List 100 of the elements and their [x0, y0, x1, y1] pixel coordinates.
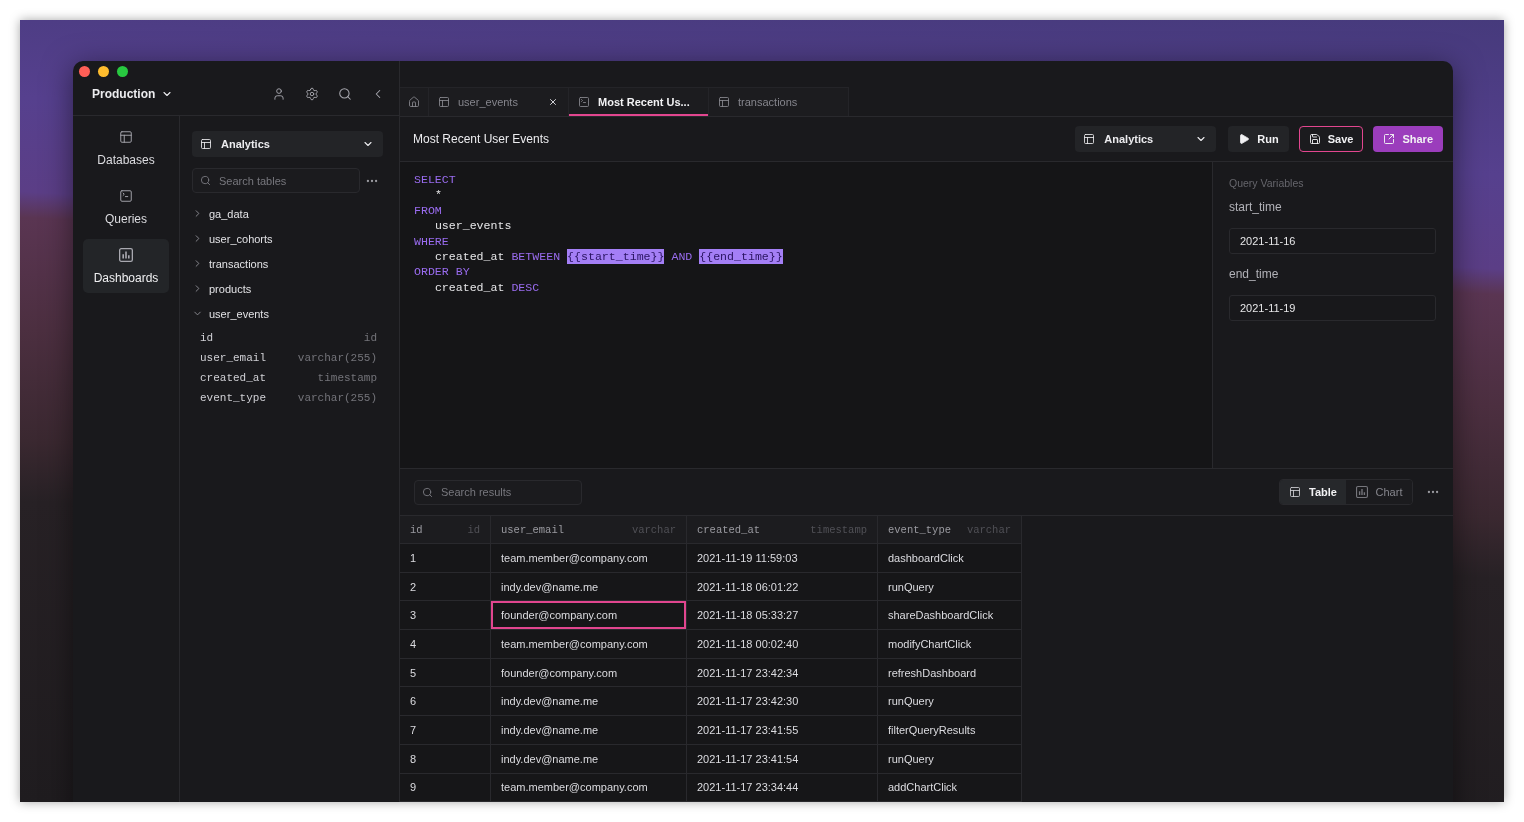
settings-icon — [305, 87, 319, 101]
nav-label: Queries — [105, 212, 147, 226]
database-dropdown[interactable]: Analytics — [1075, 126, 1217, 152]
tab[interactable]: transactions — [709, 87, 849, 116]
layout-icon — [718, 96, 730, 108]
tree-item[interactable]: transactions — [192, 251, 384, 276]
table-cell[interactable]: shareDashboardClick — [878, 601, 1022, 631]
table-cell[interactable]: founder@company.com — [491, 658, 687, 688]
table-cell[interactable]: 2 — [400, 572, 491, 602]
close-icon[interactable] — [548, 97, 558, 107]
share-button[interactable]: Share — [1373, 126, 1443, 152]
layout-icon — [1289, 486, 1302, 498]
table-cell[interactable]: 2021-11-17 23:34:44 — [687, 773, 878, 802]
table-cell[interactable]: 2021-11-17 23:41:54 — [687, 744, 878, 774]
layout-icon — [119, 130, 133, 144]
table-cell[interactable]: indy.dev@name.me — [491, 716, 687, 745]
table-cell[interactable]: modifyChartClick — [878, 630, 1022, 659]
nav-item[interactable]: Dashboards — [83, 239, 169, 293]
table-cell[interactable]: runQuery — [878, 687, 1022, 717]
query-title: Most Recent User Events — [413, 132, 550, 146]
sql-keyword: SELECT — [414, 172, 456, 188]
user-icon — [272, 87, 286, 101]
view-toggle[interactable]: Table — [1280, 480, 1346, 504]
variable-input[interactable]: 2021-11-19 — [1229, 295, 1436, 321]
table-cell[interactable]: 7 — [400, 716, 491, 745]
search-field[interactable]: Search tables — [192, 168, 360, 193]
tree-item[interactable]: user_events — [192, 301, 384, 326]
variable-input[interactable]: 2021-11-16 — [1229, 228, 1436, 254]
play-icon — [1238, 133, 1251, 145]
nav-label: Dashboards — [93, 271, 159, 285]
table-cell[interactable]: 2021-11-17 23:42:30 — [687, 687, 878, 717]
table-cell[interactable]: refreshDashboard — [878, 658, 1022, 688]
table-cell[interactable]: runQuery — [878, 744, 1022, 774]
tab[interactable]: user_events — [429, 87, 569, 116]
table-cell[interactable]: 2021-11-17 23:41:55 — [687, 716, 878, 745]
tab[interactable]: Most Recent Us... — [569, 87, 709, 116]
sql-identifier: created_at — [434, 249, 505, 265]
nav-item[interactable]: Databases — [83, 121, 169, 175]
table-cell[interactable]: indy.dev@name.me — [491, 572, 687, 602]
table-cell[interactable]: 6 — [400, 687, 491, 717]
table-cell[interactable]: founder@company.com — [491, 601, 687, 631]
window-maximize-button[interactable] — [117, 66, 128, 77]
table-cell[interactable]: 4 — [400, 630, 491, 659]
sql-keyword: BETWEEN — [511, 249, 561, 265]
code-editor[interactable]: SELECT * FROM user_events WHERE created_at BETWEEN {{start_time}} AND {{end_time}} ORDER BY created_at DESC — [400, 162, 1212, 468]
search-field[interactable]: Search results — [414, 479, 582, 505]
sql-keyword: DESC — [511, 279, 540, 296]
table-cell[interactable]: addChartClick — [878, 773, 1022, 802]
sql-keyword: AND — [671, 249, 693, 265]
section-heading: Query Variables — [1229, 177, 1305, 189]
column-type: timestamp — [317, 372, 377, 384]
tree-item[interactable]: user_cohorts — [192, 226, 384, 251]
table-cell[interactable]: 5 — [400, 658, 491, 688]
table-cell[interactable]: filterQueryResults — [878, 716, 1022, 745]
bar-chart-icon — [1355, 486, 1368, 498]
sql-identifier: user_events — [434, 218, 512, 234]
table-cell[interactable]: 2021-11-18 00:02:40 — [687, 630, 878, 659]
sql-keyword: ORDER BY — [414, 264, 470, 280]
run-button[interactable]: Run — [1228, 126, 1289, 152]
home-tab[interactable] — [400, 87, 429, 116]
external-link-icon — [1383, 133, 1396, 145]
dropdown-value: Analytics — [1104, 133, 1155, 145]
tree-item[interactable]: products — [192, 276, 384, 301]
dropdown-value: Analytics — [221, 138, 271, 150]
schema-dropdown[interactable]: Analytics — [192, 131, 383, 157]
environment-dropdown[interactable]: Production — [92, 87, 174, 101]
home-icon — [408, 96, 420, 108]
variable-label: start_time — [1229, 200, 1283, 214]
save-button[interactable]: Save — [1298, 126, 1364, 152]
table-cell[interactable]: team.member@company.com — [491, 544, 687, 573]
window-minimize-button[interactable] — [98, 66, 109, 77]
tree-item[interactable]: ga_data — [192, 201, 384, 226]
terminal-icon — [578, 96, 590, 108]
table-cell[interactable]: 2021-11-18 06:01:22 — [687, 572, 878, 602]
table-cell[interactable]: indy.dev@name.me — [491, 744, 687, 774]
nav-label: Databases — [97, 153, 155, 167]
bar-chart-icon — [119, 248, 133, 262]
table-cell[interactable]: 3 — [400, 601, 491, 631]
table-cell[interactable]: 1 — [400, 544, 491, 573]
table-cell[interactable]: team.member@company.com — [491, 773, 687, 802]
column-name: event_type — [200, 392, 266, 404]
column-type: varchar(255) — [297, 352, 377, 364]
table-cell[interactable]: 2021-11-19 11:59:03 — [687, 544, 878, 573]
sql-keyword: FROM — [414, 202, 442, 219]
nav-item[interactable]: Queries — [83, 180, 169, 234]
table-cell[interactable]: team.member@company.com — [491, 630, 687, 659]
column-type: varchar(255) — [297, 392, 377, 404]
column-type: id — [363, 332, 377, 344]
table-cell[interactable]: 8 — [400, 744, 491, 774]
table-cell[interactable]: indy.dev@name.me — [491, 687, 687, 717]
sql-keyword: WHERE — [414, 233, 449, 250]
terminal-icon — [119, 189, 133, 203]
table-cell[interactable]: runQuery — [878, 572, 1022, 602]
table-cell[interactable]: 2021-11-18 05:33:27 — [687, 601, 878, 631]
table-cell[interactable]: 2021-11-17 23:42:34 — [687, 658, 878, 688]
window-close-button[interactable] — [79, 66, 90, 77]
sql-identifier: created_at — [434, 279, 505, 296]
column-name: user_email — [501, 523, 564, 536]
table-cell[interactable]: dashboardClick — [878, 544, 1022, 573]
table-cell[interactable]: 9 — [400, 773, 491, 802]
